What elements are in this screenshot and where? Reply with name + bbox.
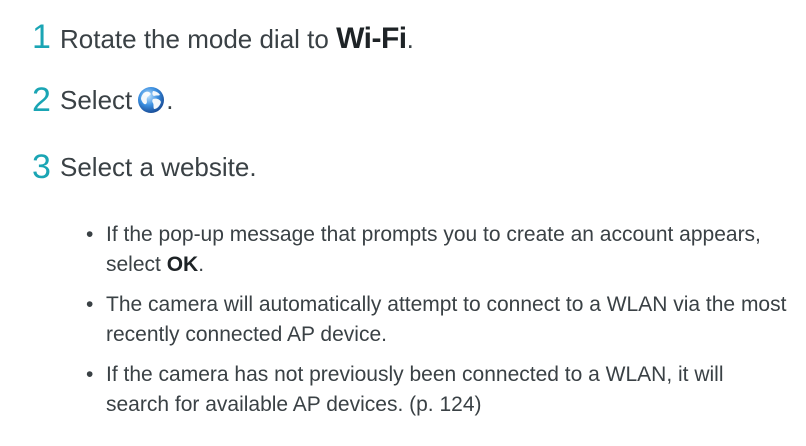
step-text: Rotate the mode dial to Wi-Fi.: [60, 21, 414, 57]
step-suffix: .: [166, 85, 174, 115]
bullet-dot: •: [86, 293, 94, 316]
note-text: If the pop-up message that prompts you t…: [106, 223, 761, 276]
note-text: If the camera has not previously been co…: [106, 363, 724, 416]
step-number: 2: [32, 81, 51, 119]
note-item: • If the camera has not previously been …: [82, 360, 792, 420]
step-3-notes: • If the pop-up message that prompts you…: [82, 220, 792, 430]
step-instruction: Rotate the mode dial to: [60, 24, 329, 54]
step-number: 1: [32, 18, 51, 56]
step-instruction: Select: [60, 85, 133, 115]
step-suffix: .: [406, 24, 414, 54]
note-text: The camera will automatically attempt to…: [106, 293, 787, 346]
note-item: • The camera will automatically attempt …: [82, 290, 792, 350]
globe-icon: [136, 85, 166, 115]
bullet-dot: •: [86, 223, 94, 246]
bullet-dot: •: [86, 363, 94, 386]
note-item: • If the pop-up message that prompts you…: [82, 220, 792, 280]
note-suffix: .: [198, 253, 205, 276]
ok-label: OK: [166, 253, 199, 276]
wifi-mode-mark: Wi-Fi: [336, 22, 407, 55]
step-number: 3: [32, 148, 51, 186]
step-text: Select .: [60, 85, 174, 116]
step-text: Select a website.: [60, 152, 257, 182]
